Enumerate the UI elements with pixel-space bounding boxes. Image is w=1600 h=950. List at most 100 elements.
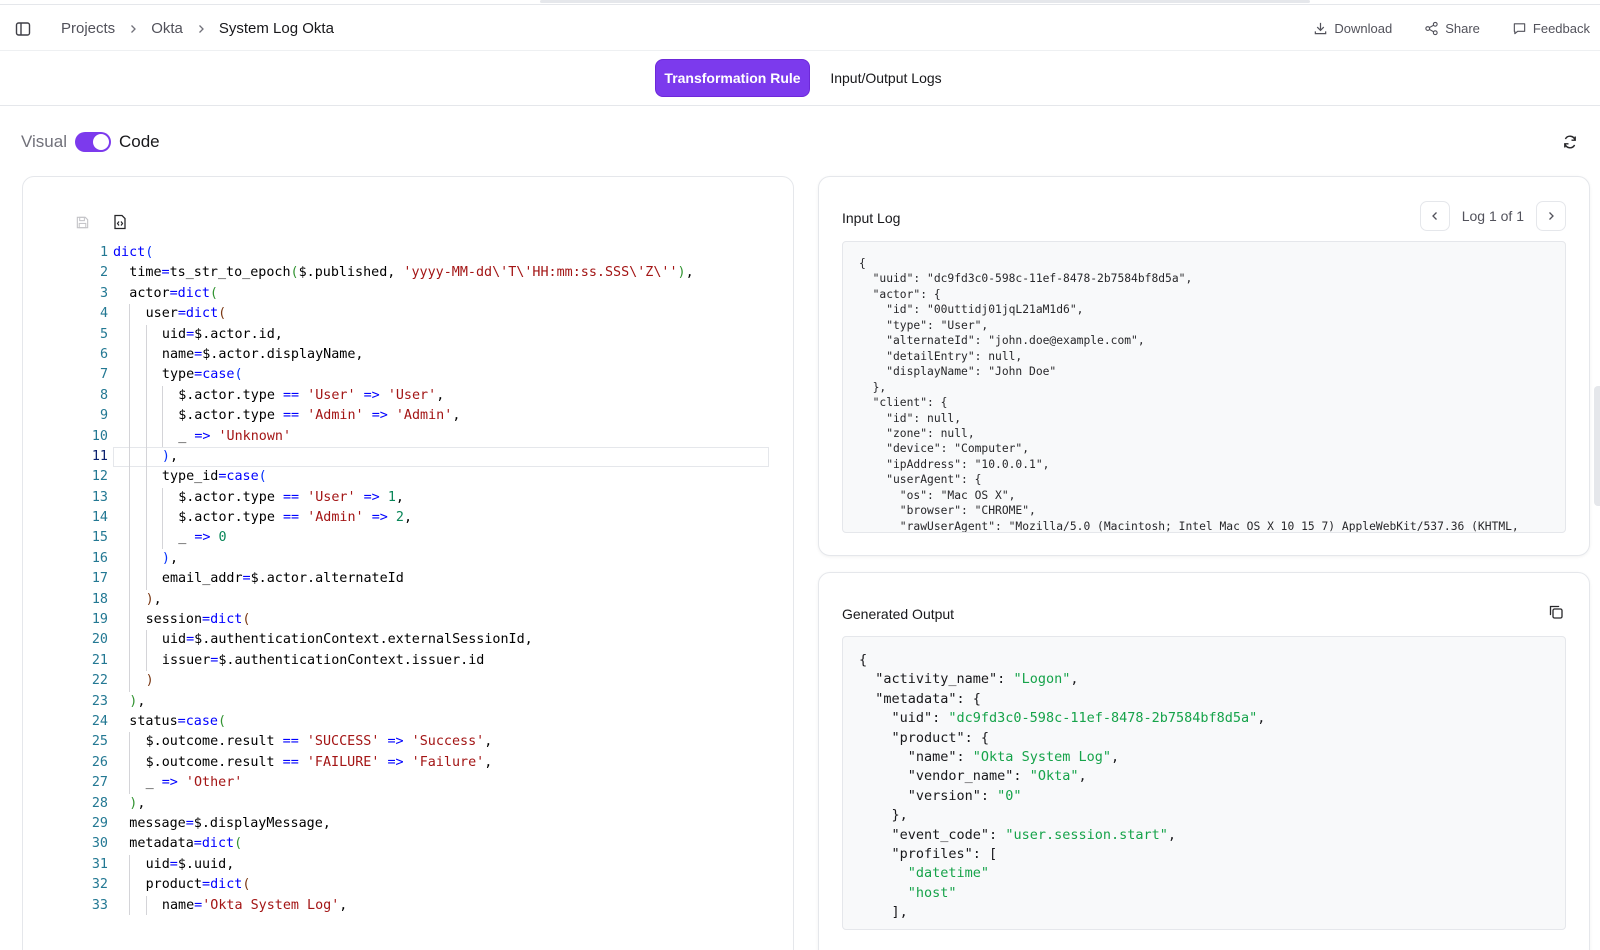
code-line[interactable]: 31 uid=$.uuid, bbox=[23, 854, 793, 876]
line-number: 6 bbox=[99, 346, 108, 362]
line-number: 15 bbox=[91, 530, 108, 546]
side-drawer-handle[interactable] bbox=[1594, 386, 1600, 506]
window-scroll-indicator bbox=[0, 0, 1600, 5]
chevron-left-icon bbox=[1431, 212, 1437, 220]
code-text: issuer=$.authenticationContext.issuer.id bbox=[113, 650, 484, 672]
generated-output-panel: Generated Output { "activity_name": "Log… bbox=[818, 572, 1590, 950]
header-actions: Download Share Feedback bbox=[1281, 6, 1600, 51]
code-line[interactable]: 5 uid=$.actor.id, bbox=[23, 324, 793, 345]
code-text: session=dict( bbox=[113, 610, 250, 631]
code-line[interactable]: 23), bbox=[23, 692, 793, 712]
previous-log-button[interactable] bbox=[1419, 201, 1450, 231]
line-number: 7 bbox=[99, 367, 108, 383]
tab-input-output-logs[interactable]: Input/Output Logs bbox=[816, 59, 956, 97]
line-number: 29 bbox=[91, 815, 108, 831]
breadcrumb-okta[interactable]: Okta bbox=[151, 20, 183, 37]
breadcrumb-projects[interactable]: Projects bbox=[61, 20, 115, 37]
code-line[interactable]: 16), bbox=[23, 548, 793, 570]
generated-output-json-viewer[interactable]: { "activity_name": "Logon", "metadata": … bbox=[842, 636, 1566, 930]
code-line[interactable]: 9 $.actor.type == 'Admin' => 'Admin', bbox=[23, 406, 793, 427]
tab-transformation-rule[interactable]: Transformation Rule bbox=[655, 59, 810, 97]
refresh-button[interactable] bbox=[1559, 131, 1581, 153]
line-number: 3 bbox=[99, 285, 108, 301]
code-line[interactable]: 15 _ => 0 bbox=[23, 528, 793, 549]
code-line[interactable]: 22) bbox=[23, 671, 793, 692]
code-text: _ => 'Other' bbox=[113, 773, 242, 794]
log-pager: Log 1 of 1 bbox=[1419, 200, 1566, 232]
feedback-label: Feedback bbox=[1532, 21, 1590, 36]
code-line[interactable]: 13 $.actor.type == 'User' => 1, bbox=[23, 487, 793, 509]
code-line[interactable]: 28), bbox=[23, 794, 793, 814]
file-code-icon bbox=[114, 214, 126, 230]
code-text: type_id=case( bbox=[113, 467, 267, 488]
code-text: $.outcome.result == 'SUCCESS' => 'Succes… bbox=[113, 732, 492, 753]
code-line[interactable]: 2 time=ts_str_to_epoch($.published, 'yyyy… bbox=[23, 263, 793, 283]
code-line[interactable]: 20 uid=$.authenticationContext.externalSe… bbox=[23, 630, 793, 651]
line-number: 25 bbox=[91, 734, 108, 750]
code-line[interactable]: 7 type=case( bbox=[23, 365, 793, 386]
line-number: 2 bbox=[99, 265, 108, 281]
line-number: 14 bbox=[91, 510, 108, 526]
code-editor[interactable]: 1 dict(2 time=ts_str_to_epoch($.published,… bbox=[23, 243, 793, 915]
code-line[interactable]: 26 $.outcome.result == 'FAILURE' => 'Fail… bbox=[23, 752, 793, 774]
breadcrumb-current: System Log Okta bbox=[218, 20, 334, 37]
line-number: 4 bbox=[99, 306, 108, 322]
line-number: 26 bbox=[91, 754, 108, 770]
next-log-button[interactable] bbox=[1536, 201, 1566, 231]
save-button[interactable] bbox=[71, 211, 93, 233]
line-number: 8 bbox=[99, 387, 108, 403]
code-text: uid=$.uuid, bbox=[113, 854, 234, 876]
share-button[interactable]: Share bbox=[1424, 21, 1480, 36]
line-number: 11 bbox=[91, 448, 108, 464]
code-toolbar bbox=[71, 211, 147, 233]
code-line[interactable]: 30 metadata=dict( bbox=[23, 834, 793, 854]
sidebar-toggle-icon[interactable] bbox=[13, 19, 33, 39]
code-text: $.actor.type == 'User' => 'User', bbox=[113, 385, 444, 407]
line-number: 27 bbox=[91, 775, 108, 791]
input-log-title: Input Log bbox=[842, 210, 901, 226]
code-line[interactable]: 4 user=dict( bbox=[23, 304, 793, 325]
code-text: user=dict( bbox=[113, 304, 226, 325]
code-line[interactable]: 24 status=case( bbox=[23, 712, 793, 732]
switch-knob bbox=[93, 134, 109, 150]
mode-visual-label[interactable]: Visual bbox=[21, 132, 67, 152]
chevron-right-icon bbox=[1549, 212, 1554, 220]
code-line[interactable]: 21 issuer=$.authenticationContext.issuer.… bbox=[23, 650, 793, 672]
code-line[interactable]: 6 name=$.actor.displayName, bbox=[23, 344, 793, 366]
code-line[interactable]: 10 _ => 'Unknown' bbox=[23, 426, 793, 447]
code-line[interactable]: 12 type_id=case( bbox=[23, 467, 793, 488]
line-number: 28 bbox=[91, 795, 108, 811]
code-text: uid=$.actor.id, bbox=[113, 324, 283, 345]
mode-switch[interactable] bbox=[75, 132, 111, 152]
code-text: uid=$.authenticationContext.externalSess… bbox=[113, 630, 533, 651]
code-line[interactable]: 8 $.actor.type == 'User' => 'User', bbox=[23, 385, 793, 407]
code-text: metadata=dict( bbox=[129, 836, 243, 852]
code-line[interactable]: 14 $.actor.type == 'Admin' => 2, bbox=[23, 508, 793, 529]
code-line[interactable]: 17 email_addr=$.actor.alternateId bbox=[23, 569, 793, 590]
input-log-json-viewer[interactable]: { "uuid": "dc9fd3c0-598c-11ef-8478-2b758… bbox=[842, 241, 1566, 533]
code-line[interactable]: 1 dict( bbox=[23, 243, 793, 263]
code-line[interactable]: 33 name='Okta System Log', bbox=[23, 895, 793, 915]
code-line[interactable]: 29 message=$.displayMessage, bbox=[23, 814, 793, 834]
line-number: 10 bbox=[91, 428, 108, 444]
format-code-button[interactable] bbox=[109, 211, 131, 233]
code-line[interactable]: 11), bbox=[23, 446, 793, 468]
message-square-icon bbox=[1513, 23, 1526, 35]
download-button[interactable]: Download bbox=[1313, 21, 1392, 36]
code-text: ), bbox=[113, 589, 162, 611]
code-line[interactable]: 18), bbox=[23, 589, 793, 611]
code-line[interactable]: 25 $.outcome.result == 'SUCCESS' => 'Succ… bbox=[23, 732, 793, 753]
code-line[interactable]: 32 product=dict( bbox=[23, 875, 793, 896]
code-line[interactable]: 19 session=dict( bbox=[23, 610, 793, 631]
line-number: 24 bbox=[91, 713, 108, 729]
view-tabs: Transformation Rule Input/Output Logs bbox=[0, 51, 1600, 106]
code-text: ) bbox=[113, 671, 154, 692]
share-icon bbox=[1425, 21, 1438, 36]
code-line[interactable]: 27 _ => 'Other' bbox=[23, 773, 793, 794]
mode-code-label[interactable]: Code bbox=[119, 132, 160, 152]
code-line[interactable]: 3 actor=dict( bbox=[23, 284, 793, 304]
feedback-button[interactable]: Feedback bbox=[1512, 21, 1590, 36]
copy-output-button[interactable] bbox=[1545, 601, 1567, 623]
code-text: dict( bbox=[113, 245, 154, 260]
scroll-thumb[interactable] bbox=[540, 0, 1310, 3]
